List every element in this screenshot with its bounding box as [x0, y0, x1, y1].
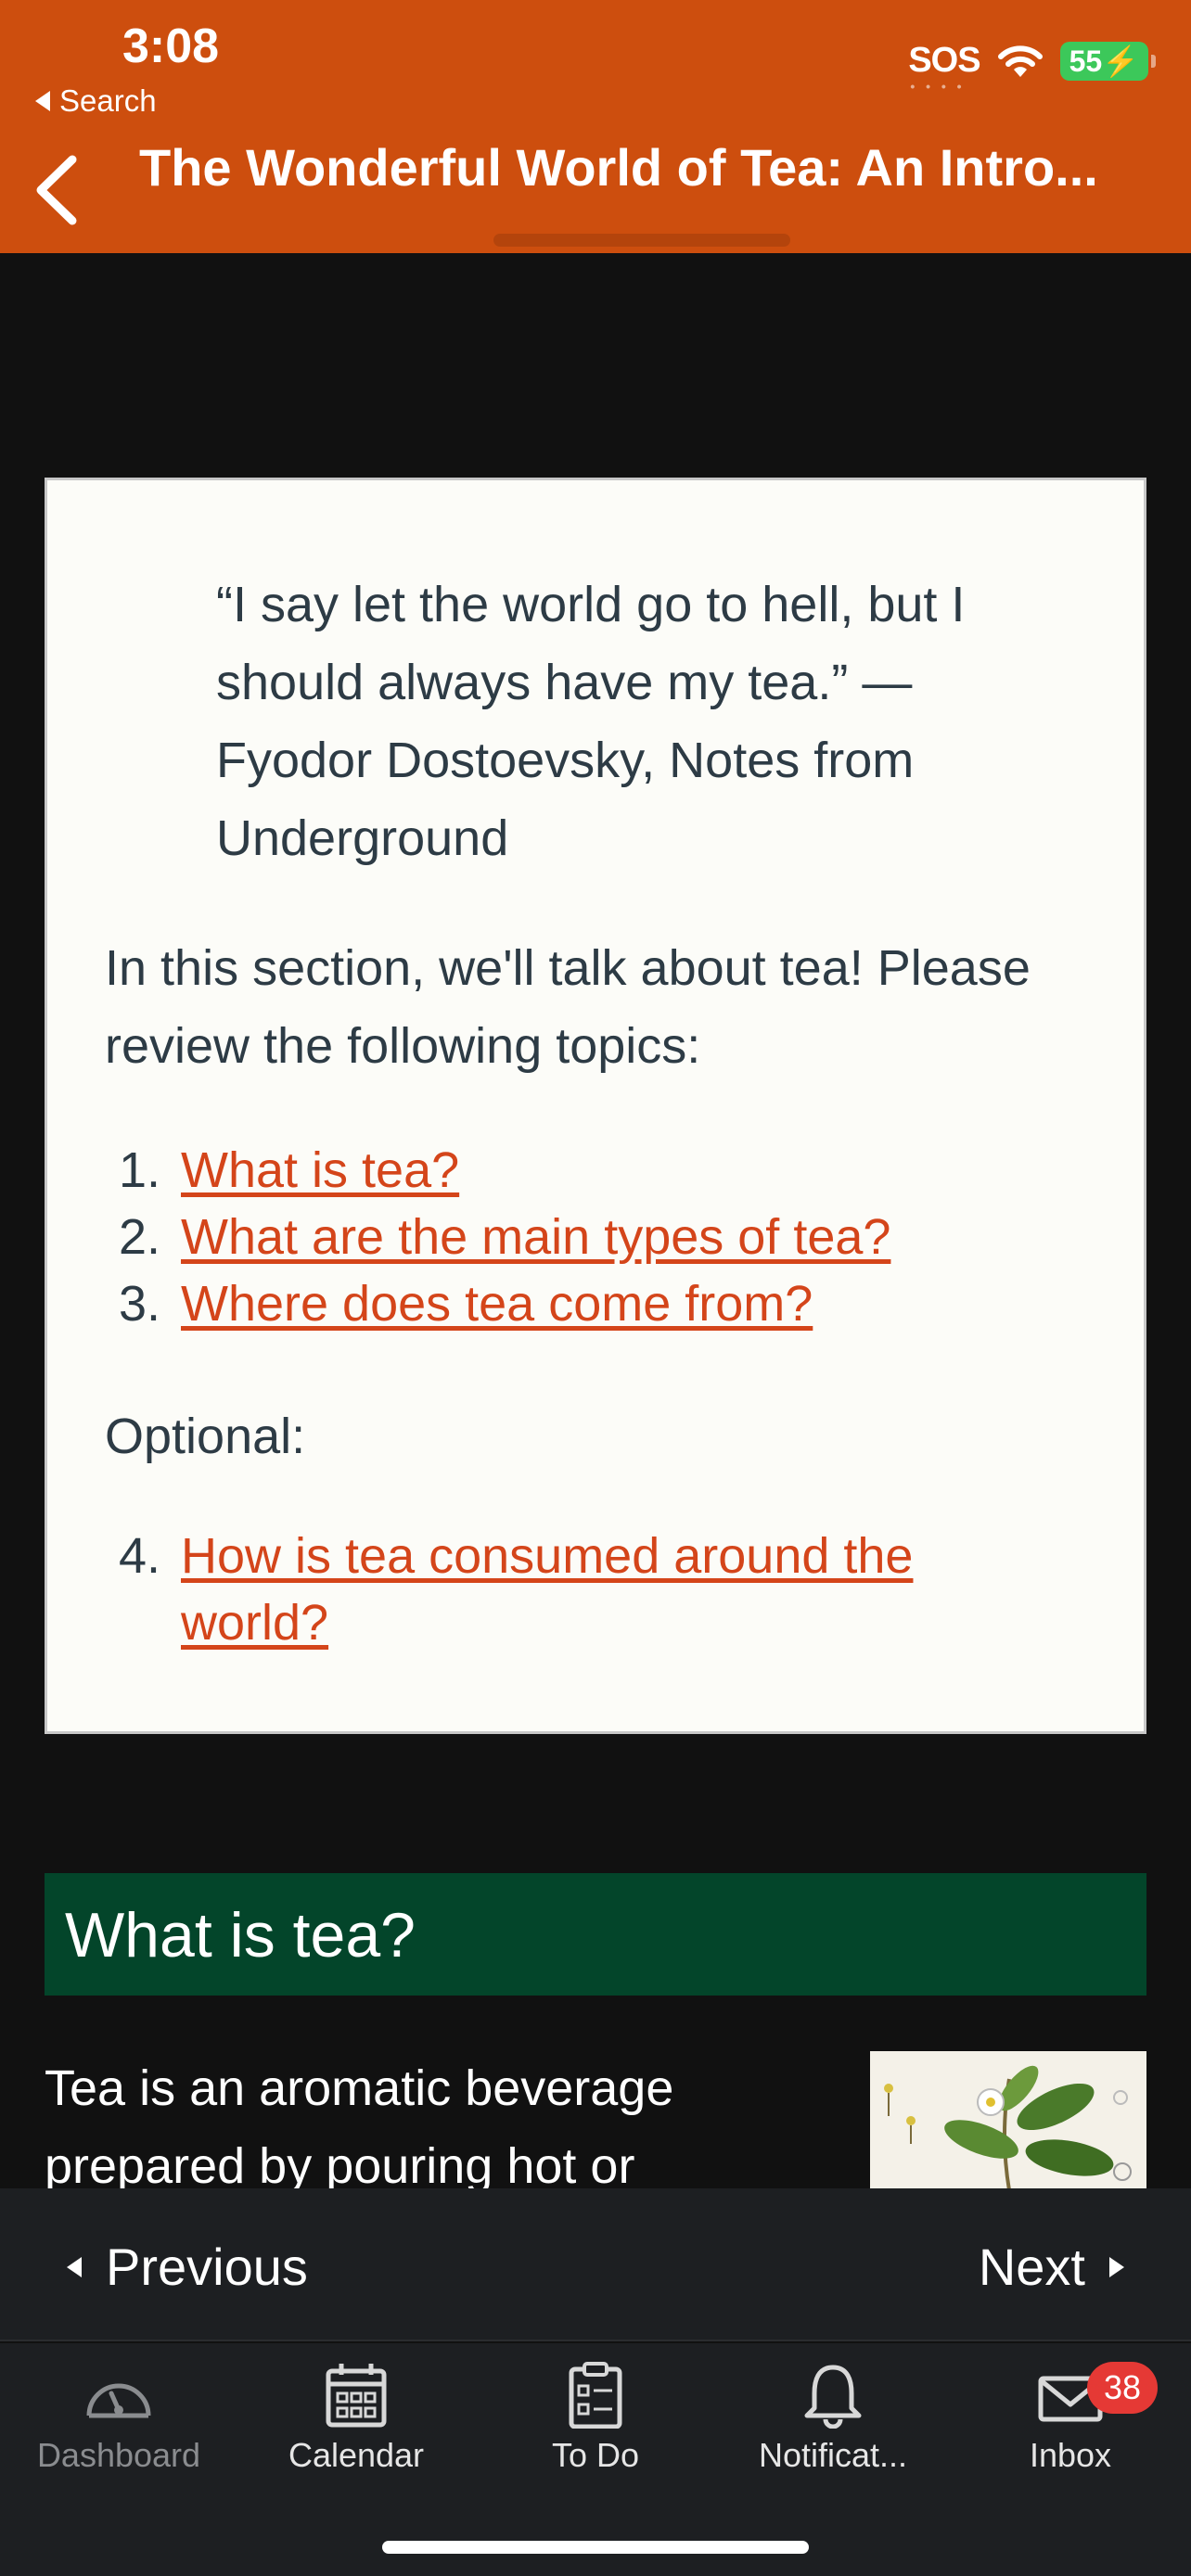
bell-icon	[804, 2365, 862, 2429]
dostoevsky-quote: “I say let the world go to hell, but I s…	[216, 577, 966, 866]
next-label: Next	[978, 2238, 1085, 2296]
tea-plant-illustration	[870, 2051, 1146, 2190]
next-arrow-icon	[1109, 2256, 1124, 2277]
calendar-icon	[326, 2364, 387, 2428]
page-title: The Wonderful World of Tea: An Intro...	[139, 138, 1098, 197]
dashboard-icon	[86, 2383, 151, 2418]
back-chevron-icon[interactable]	[32, 148, 87, 232]
header-handle	[493, 234, 790, 247]
section-intro: In this section, we'll talk about tea! P…	[105, 940, 1031, 1074]
status-indicators: SOS • • • • 55⚡	[908, 41, 1157, 94]
topics-card: “I say let the world go to hell, but I s…	[45, 478, 1146, 1734]
home-indicator	[382, 2541, 809, 2554]
next-button[interactable]: Next	[979, 2237, 1124, 2297]
section-body-text: Tea is an aromatic beverage prepared by …	[45, 2060, 674, 2194]
topic-item-2: 2. What are the main types of tea?	[105, 1204, 1125, 1270]
topic-link-what-is-tea[interactable]: What is tea?	[181, 1137, 459, 1204]
back-triangle-icon	[35, 91, 50, 111]
tab-inbox[interactable]: Inbox 38	[952, 2362, 1189, 2501]
tab-label: To Do	[551, 2436, 640, 2474]
battery-indicator: 55⚡	[1059, 41, 1157, 81]
topic-link-origin[interactable]: Where does tea come from?	[181, 1270, 813, 1337]
sos-indicator: SOS • • • •	[908, 41, 980, 94]
module-pager: Previous Next	[0, 2188, 1191, 2341]
back-to-search-link[interactable]: Search	[35, 83, 157, 119]
topic-number: 4.	[118, 1528, 160, 1584]
tab-notifications[interactable]: Notificat...	[714, 2362, 952, 2501]
topic-number: 1.	[118, 1142, 160, 1198]
topic-link-consumption[interactable]: How is tea consumed around the	[181, 1523, 913, 1589]
topic-number: 3.	[118, 1276, 160, 1332]
topic-item-1: 1. What is tea?	[105, 1137, 1125, 1204]
previous-label: Previous	[106, 2238, 308, 2296]
tab-todo[interactable]: To Do	[477, 2362, 714, 2501]
topic-link-main-types[interactable]: What are the main types of tea?	[181, 1204, 890, 1270]
charging-bolt-icon: ⚡	[1102, 44, 1139, 78]
tab-label: Notificat...	[758, 2436, 908, 2474]
tab-label: Calendar	[288, 2436, 425, 2474]
topic-item-3: 3. Where does tea come from?	[105, 1270, 1125, 1337]
tab-label: Dashboard	[36, 2436, 201, 2474]
topic-number: 2.	[118, 1209, 160, 1265]
tab-calendar[interactable]: Calendar	[237, 2362, 475, 2501]
tab-label: Inbox	[1029, 2436, 1112, 2474]
section-title: What is tea?	[65, 1900, 416, 1970]
status-time: 3:08	[122, 19, 220, 73]
inbox-unread-badge: 38	[1087, 2362, 1158, 2414]
tab-dashboard[interactable]: Dashboard	[0, 2362, 237, 2501]
back-app-label: Search	[59, 83, 157, 118]
optional-label: Optional:	[105, 1409, 306, 1464]
topic-item-4: 4. How is tea consumed around the world?	[105, 1523, 1125, 1656]
app-header: 3:08 Search SOS • • • • 55⚡ The Wonderful…	[0, 0, 1191, 253]
previous-arrow-icon	[67, 2256, 82, 2277]
todo-icon	[569, 2362, 622, 2429]
section-banner: What is tea?	[45, 1873, 1146, 1996]
topic-link-consumption-cont[interactable]: world?	[181, 1589, 328, 1656]
wifi-icon	[997, 45, 1043, 77]
previous-button[interactable]: Previous	[67, 2237, 308, 2297]
